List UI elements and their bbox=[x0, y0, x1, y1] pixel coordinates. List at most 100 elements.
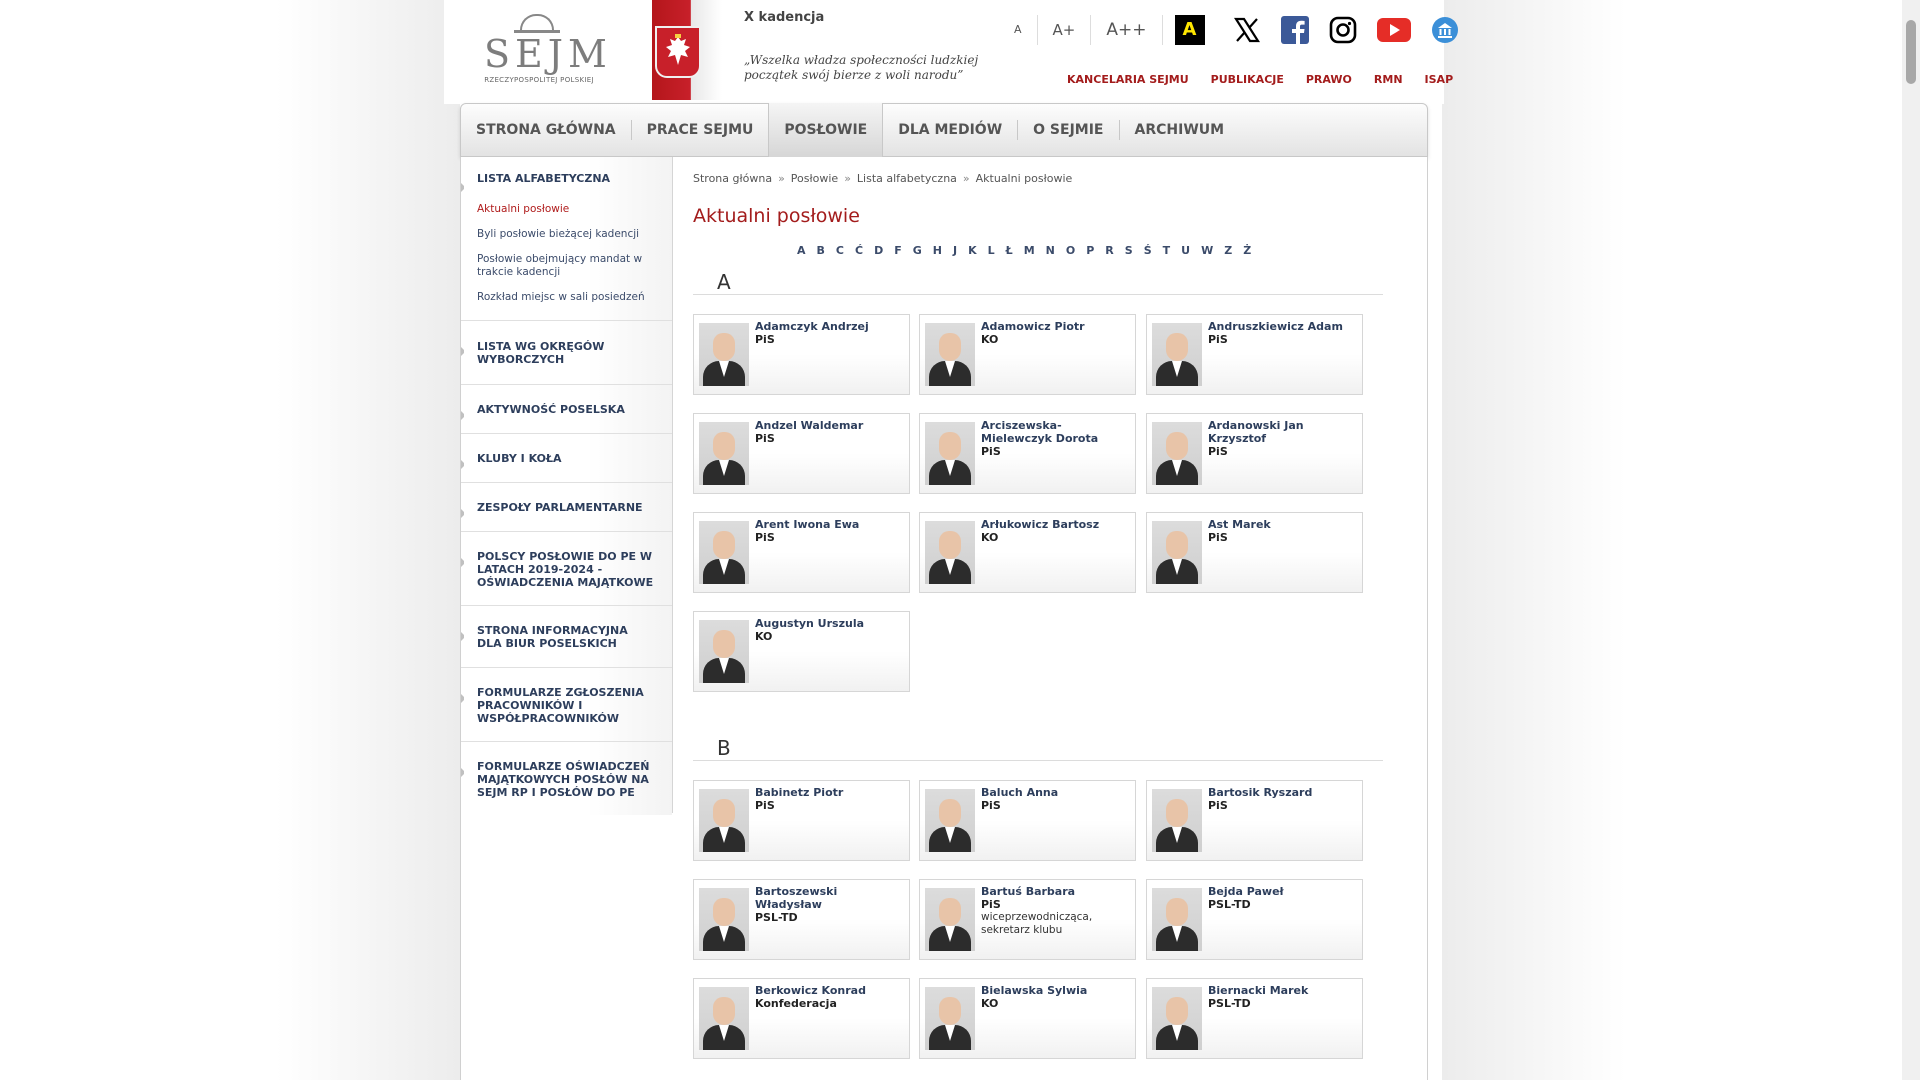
font-size-small-button[interactable]: A bbox=[999, 15, 1038, 45]
sidebar-title[interactable]: LISTA WG OKRĘGÓW WYBORCZYCH bbox=[477, 340, 656, 366]
member-name[interactable]: Babinetz Piotr bbox=[755, 786, 905, 799]
member-name[interactable]: Bielawska Sylwia bbox=[981, 984, 1131, 997]
alphabet-letter[interactable]: A bbox=[797, 244, 806, 257]
topnav-publikacje[interactable]: PUBLIKACJE bbox=[1211, 73, 1284, 86]
scrollbar[interactable] bbox=[1902, 0, 1920, 1080]
member-card[interactable]: Ast Marek PiS bbox=[1146, 512, 1363, 593]
member-card[interactable]: Baluch Anna PiS bbox=[919, 780, 1136, 861]
breadcrumb-strona-glowna[interactable]: Strona główna bbox=[693, 172, 772, 185]
member-card[interactable]: Andzel Waldemar PiS bbox=[693, 413, 910, 494]
member-photo[interactable] bbox=[1152, 323, 1202, 386]
alphabet-letter[interactable]: P bbox=[1086, 244, 1094, 257]
alphabet-letter[interactable]: Z bbox=[1224, 244, 1232, 257]
alphabet-letter[interactable]: Ć bbox=[855, 244, 863, 257]
sidebar-title[interactable]: ZESPOŁY PARLAMENTARNE bbox=[477, 501, 656, 514]
member-name[interactable]: Arciszewska-Mielewczyk Dorota bbox=[981, 419, 1131, 445]
alphabet-letter[interactable]: Ł bbox=[1006, 244, 1013, 257]
alphabet-letter[interactable]: C bbox=[836, 244, 844, 257]
sidebar-title[interactable]: FORMULARZE ZGŁOSZENIA PRACOWNIKÓW I WSPÓ… bbox=[477, 686, 656, 725]
member-card[interactable]: Bielawska Sylwia KO bbox=[919, 978, 1136, 1059]
member-name[interactable]: Ast Marek bbox=[1208, 518, 1358, 531]
topnav-isap[interactable]: ISAP bbox=[1425, 73, 1454, 86]
member-photo[interactable] bbox=[699, 521, 749, 584]
bip-icon[interactable] bbox=[1431, 16, 1459, 44]
alphabet-letter[interactable]: F bbox=[894, 244, 902, 257]
sidebar-link-byli[interactable]: Byli posłowie bieżącej kadencji bbox=[477, 228, 656, 241]
member-photo[interactable] bbox=[925, 987, 975, 1050]
member-name[interactable]: Bartuś Barbara bbox=[981, 885, 1131, 898]
member-name[interactable]: Biernacki Marek bbox=[1208, 984, 1358, 997]
nav-poslowie[interactable]: POSŁOWIE bbox=[768, 103, 884, 157]
scroll-thumb[interactable] bbox=[1906, 20, 1916, 84]
member-photo[interactable] bbox=[1152, 789, 1202, 852]
font-size-medium-button[interactable]: A+ bbox=[1038, 15, 1092, 45]
member-photo[interactable] bbox=[699, 888, 749, 951]
topnav-kancelaria[interactable]: KANCELARIA SEJMU bbox=[1067, 73, 1189, 86]
member-card[interactable]: Adamczyk Andrzej PiS bbox=[693, 314, 910, 395]
member-photo[interactable] bbox=[925, 422, 975, 485]
alphabet-letter[interactable]: Ś bbox=[1144, 244, 1152, 257]
member-name[interactable]: Andzel Waldemar bbox=[755, 419, 905, 432]
x-icon[interactable] bbox=[1233, 16, 1261, 44]
member-photo[interactable] bbox=[699, 789, 749, 852]
sidebar-title[interactable]: FORMULARZE OŚWIADCZEŃ MAJĄTKOWYCH POSŁÓW… bbox=[477, 760, 656, 799]
member-card[interactable]: Berkowicz Konrad Konfederacja bbox=[693, 978, 910, 1059]
member-name[interactable]: Andruszkiewicz Adam bbox=[1208, 320, 1358, 333]
alphabet-letter[interactable]: W bbox=[1201, 244, 1213, 257]
member-photo[interactable] bbox=[699, 987, 749, 1050]
alphabet-letter[interactable]: D bbox=[874, 244, 883, 257]
sidebar-title[interactable]: KLUBY I KOŁA bbox=[477, 452, 656, 465]
instagram-icon[interactable] bbox=[1329, 16, 1357, 44]
member-card[interactable]: Babinetz Piotr PiS bbox=[693, 780, 910, 861]
member-card[interactable]: Bejda Paweł PSL-TD bbox=[1146, 879, 1363, 960]
member-photo[interactable] bbox=[699, 323, 749, 386]
nav-prace-sejmu[interactable]: PRACE SEJMU bbox=[630, 120, 769, 140]
member-photo[interactable] bbox=[699, 422, 749, 485]
sidebar-link-aktualni[interactable]: Aktualni posłowie bbox=[477, 203, 656, 216]
member-photo[interactable] bbox=[1152, 521, 1202, 584]
member-name[interactable]: Adamowicz Piotr bbox=[981, 320, 1131, 333]
sidebar-title[interactable]: AKTYWNOŚĆ POSELSKA bbox=[477, 403, 656, 416]
member-name[interactable]: Bartoszewski Władysław bbox=[755, 885, 905, 911]
alphabet-letter[interactable]: U bbox=[1181, 244, 1190, 257]
alphabet-letter[interactable]: N bbox=[1046, 244, 1055, 257]
member-name[interactable]: Arent Iwona Ewa bbox=[755, 518, 905, 531]
member-name[interactable]: Baluch Anna bbox=[981, 786, 1131, 799]
alphabet-letter[interactable]: O bbox=[1066, 244, 1075, 257]
member-photo[interactable] bbox=[1152, 987, 1202, 1050]
member-card[interactable]: Augustyn Urszula KO bbox=[693, 611, 910, 692]
nav-strona-glowna[interactable]: STRONA GŁÓWNA bbox=[461, 120, 631, 140]
alphabet-letter[interactable]: S bbox=[1125, 244, 1133, 257]
font-size-large-button[interactable]: A++ bbox=[1091, 15, 1163, 45]
nav-o-sejmie[interactable]: O SEJMIE bbox=[1017, 120, 1118, 140]
youtube-icon[interactable] bbox=[1376, 18, 1411, 42]
topnav-rmn[interactable]: RMN bbox=[1374, 73, 1403, 86]
member-name[interactable]: Arłukowicz Bartosz bbox=[981, 518, 1131, 531]
member-name[interactable]: Bartosik Ryszard bbox=[1208, 786, 1358, 799]
member-card[interactable]: Andruszkiewicz Adam PiS bbox=[1146, 314, 1363, 395]
nav-archiwum[interactable]: ARCHIWUM bbox=[1118, 120, 1240, 140]
member-name[interactable]: Ardanowski Jan Krzysztof bbox=[1208, 419, 1358, 445]
member-card[interactable]: Ardanowski Jan Krzysztof PiS bbox=[1146, 413, 1363, 494]
alphabet-letter[interactable]: L bbox=[988, 244, 995, 257]
breadcrumb-poslowie[interactable]: Posłowie bbox=[791, 172, 838, 185]
nav-dla-mediow[interactable]: DLA MEDIÓW bbox=[882, 120, 1017, 140]
high-contrast-button[interactable]: A bbox=[1174, 15, 1205, 45]
member-name[interactable]: Augustyn Urszula bbox=[755, 617, 905, 630]
member-card[interactable]: Bartoszewski Władysław PSL-TD bbox=[693, 879, 910, 960]
member-card[interactable]: Arent Iwona Ewa PiS bbox=[693, 512, 910, 593]
member-photo[interactable] bbox=[925, 521, 975, 584]
alphabet-letter[interactable]: T bbox=[1163, 244, 1171, 257]
member-name[interactable]: Adamczyk Andrzej bbox=[755, 320, 905, 333]
member-photo[interactable] bbox=[925, 789, 975, 852]
sidebar-title[interactable]: STRONA INFORMACYJNA DLA BIUR POSELSKICH bbox=[477, 624, 656, 650]
alphabet-letter[interactable]: M bbox=[1024, 244, 1035, 257]
alphabet-letter[interactable]: R bbox=[1105, 244, 1113, 257]
member-card[interactable]: Bartosik Ryszard PiS bbox=[1146, 780, 1363, 861]
member-photo[interactable] bbox=[1152, 888, 1202, 951]
member-card[interactable]: Biernacki Marek PSL-TD bbox=[1146, 978, 1363, 1059]
sidebar-link-rozklad[interactable]: Rozkład miejsc w sali posiedzeń bbox=[477, 291, 656, 304]
facebook-icon[interactable] bbox=[1280, 16, 1309, 44]
alphabet-letter[interactable]: B bbox=[817, 244, 825, 257]
member-card[interactable]: Arciszewska-Mielewczyk Dorota PiS bbox=[919, 413, 1136, 494]
